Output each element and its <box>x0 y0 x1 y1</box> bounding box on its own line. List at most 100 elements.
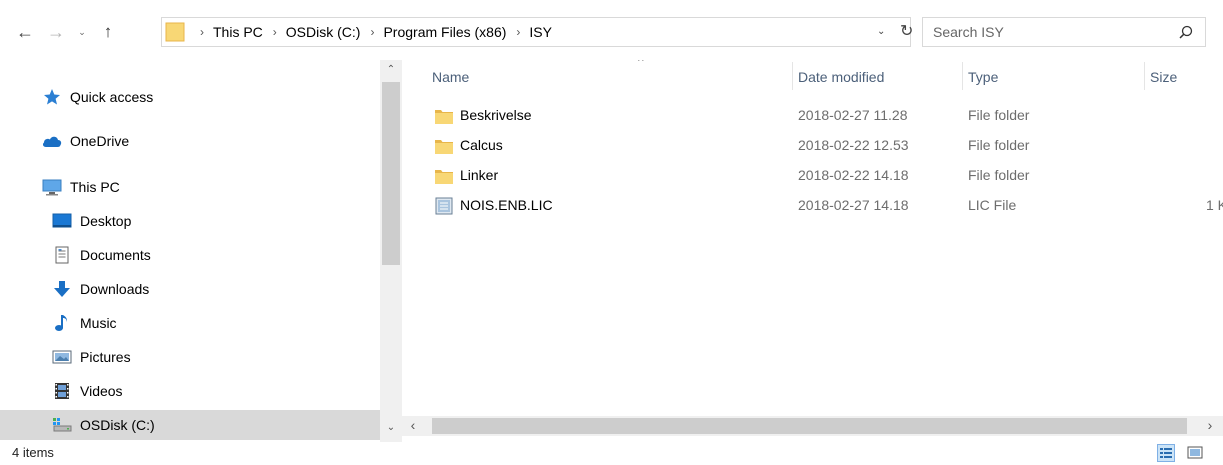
file-row-nois-enb-lic[interactable]: NOIS.ENB.LIC 2018-02-27 14.18 LIC File 1… <box>426 191 1223 221</box>
nav-item-quick-access[interactable]: Quick access <box>0 82 380 112</box>
breadcrumb-program-files[interactable]: Program Files (x86) <box>383 24 506 40</box>
breadcrumb-separator[interactable]: › <box>190 25 213 39</box>
file-date-modified: 2018-02-22 12.53 <box>798 137 909 153</box>
computer-icon <box>42 178 62 196</box>
file-list: Name ^ Date modified Type Size Beskrivel… <box>402 60 1223 416</box>
forward-arrow-icon: → <box>47 21 65 42</box>
file-name: Linker <box>460 167 499 183</box>
nav-item-music[interactable]: Music <box>0 308 380 338</box>
chevron-right-icon: › <box>1207 417 1213 433</box>
nav-item-label: Downloads <box>80 281 150 297</box>
folder-icon <box>435 170 453 184</box>
chevron-down-icon: ⌄ <box>386 422 396 433</box>
file-date-modified: 2018-02-27 14.18 <box>798 197 909 213</box>
chevron-down-icon: ⌄ <box>78 26 86 37</box>
nav-item-label: OneDrive <box>70 133 130 149</box>
nav-item-documents[interactable]: Documents <box>0 240 380 270</box>
file-row-linker[interactable]: Linker 2018-02-22 14.18 File folder <box>426 161 1223 191</box>
file-size: 1 K <box>1206 197 1223 213</box>
search-icon[interactable] <box>1179 25 1193 39</box>
nav-item-label: Quick access <box>70 89 154 105</box>
search-box <box>922 17 1206 47</box>
folder-icon <box>165 22 185 42</box>
breadcrumb-this-pc[interactable]: This PC <box>213 24 263 40</box>
navigation-pane: Quick access OneDrive This PC Desktop Do… <box>0 60 402 442</box>
column-header-label: Date modified <box>798 69 885 85</box>
documents-icon <box>52 246 72 264</box>
nav-item-videos[interactable]: Videos <box>0 376 380 406</box>
file-date-modified: 2018-02-22 14.18 <box>798 167 909 183</box>
nav-item-pictures[interactable]: Pictures <box>0 342 380 372</box>
chevron-left-icon: ‹ <box>410 417 416 433</box>
scroll-right-button[interactable]: › <box>1201 417 1219 435</box>
music-note-icon <box>52 314 72 332</box>
back-button[interactable]: ← <box>16 20 34 44</box>
nav-item-this-pc[interactable]: This PC <box>0 172 380 202</box>
breadcrumb-separator[interactable]: › <box>263 25 286 39</box>
download-arrow-icon <box>52 280 72 298</box>
desktop-icon <box>52 212 72 230</box>
search-input[interactable] <box>933 22 1163 42</box>
column-header-size[interactable]: Size <box>1144 60 1223 94</box>
file-type: File folder <box>968 107 1030 123</box>
nav-item-label: Documents <box>80 247 151 263</box>
column-header-type[interactable]: Type <box>962 60 1144 94</box>
scrollbar-thumb[interactable] <box>382 82 400 265</box>
file-date-modified: 2018-02-27 11.28 <box>798 107 908 123</box>
file-type: File folder <box>968 167 1030 183</box>
breadcrumb: › This PC › OSDisk (C:) › Program Files … <box>190 18 552 46</box>
scroll-up-button[interactable]: ⌃ <box>380 64 402 80</box>
status-bar: 4 items <box>0 442 1223 465</box>
details-view-button[interactable] <box>1157 444 1175 462</box>
forward-button[interactable]: → <box>47 20 65 44</box>
column-header-label: Name <box>432 69 470 85</box>
recent-locations-button[interactable]: ⌄ <box>73 20 91 44</box>
address-bar[interactable]: › This PC › OSDisk (C:) › Program Files … <box>161 17 913 47</box>
nav-item-downloads[interactable]: Downloads <box>0 274 380 304</box>
pictures-icon <box>52 348 72 366</box>
nav-item-label: Desktop <box>80 213 132 229</box>
up-arrow-icon: ↑ <box>103 22 113 41</box>
breadcrumb-isy[interactable]: ISY <box>529 24 552 40</box>
scroll-left-button[interactable]: ‹ <box>404 417 422 435</box>
drive-icon <box>52 416 72 434</box>
nav-item-label: Pictures <box>80 349 131 365</box>
scrollbar-thumb[interactable] <box>432 418 1187 434</box>
nav-item-label: This PC <box>70 179 120 195</box>
cloud-icon <box>42 132 62 150</box>
file-row-beskrivelse[interactable]: Beskrivelse 2018-02-27 11.28 File folder <box>426 101 1223 131</box>
file-name: Beskrivelse <box>460 107 532 123</box>
nav-item-label: Videos <box>80 383 123 399</box>
nav-item-osdisk[interactable]: OSDisk (C:) <box>0 410 380 440</box>
nav-item-label: Music <box>80 315 117 331</box>
file-icon <box>435 197 453 215</box>
refresh-icon[interactable]: ↻ <box>900 21 913 41</box>
breadcrumb-separator[interactable]: › <box>360 25 383 39</box>
folder-icon <box>435 110 453 124</box>
address-dropdown-button[interactable]: ⌄ <box>877 26 885 37</box>
item-count: 4 items <box>12 445 54 460</box>
column-header-date-modified[interactable]: Date modified <box>792 60 962 94</box>
navigation-pane-scrollbar[interactable]: ⌃ ⌄ <box>380 60 402 442</box>
large-icons-view-button[interactable] <box>1187 445 1203 461</box>
nav-item-desktop[interactable]: Desktop <box>0 206 380 236</box>
sort-ascending-icon: ^ <box>638 60 644 68</box>
breadcrumb-separator[interactable]: › <box>506 25 529 39</box>
horizontal-scrollbar[interactable]: ‹ › <box>402 416 1223 436</box>
file-type: File folder <box>968 137 1030 153</box>
chevron-up-icon: ⌃ <box>386 64 396 75</box>
scroll-down-button[interactable]: ⌄ <box>380 422 402 438</box>
film-icon <box>52 382 72 400</box>
column-header-label: Size <box>1150 69 1178 85</box>
large-icons-view-icon <box>1187 446 1203 459</box>
file-row-calcus[interactable]: Calcus 2018-02-22 12.53 File folder <box>426 131 1223 161</box>
column-header-name[interactable]: Name ^ <box>426 60 792 94</box>
nav-item-onedrive[interactable]: OneDrive <box>0 126 380 156</box>
file-name: NOIS.ENB.LIC <box>460 197 553 213</box>
folder-icon <box>435 140 453 154</box>
up-button[interactable]: ↑ <box>99 20 117 44</box>
breadcrumb-osdisk[interactable]: OSDisk (C:) <box>286 24 361 40</box>
column-header-label: Type <box>968 69 999 85</box>
star-icon <box>42 88 62 106</box>
back-arrow-icon: ← <box>16 21 34 42</box>
